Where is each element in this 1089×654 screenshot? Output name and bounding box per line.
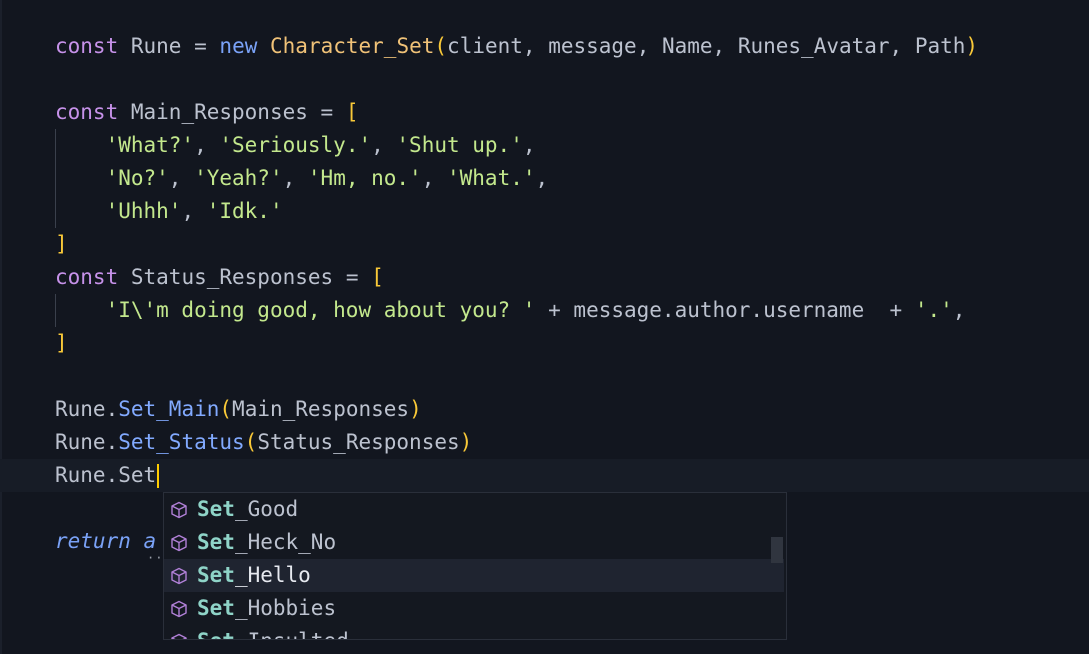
suggestion-label: Set_Heck_No <box>197 526 336 559</box>
code-line-14[interactable]: Rune.Set <box>55 459 160 492</box>
current-line-highlight <box>0 459 1089 492</box>
code-line-16[interactable]: return a <box>55 525 156 558</box>
bracket: ( <box>434 34 448 58</box>
argument: Main_Responses <box>232 397 410 421</box>
string-literal: 'Seriously.' <box>219 133 372 157</box>
suggestion-item[interactable]: Set_Good <box>164 493 784 526</box>
code-line-6[interactable]: 'Uhhh', 'Idk.' <box>55 195 283 228</box>
identifier: Main_Responses <box>130 100 308 124</box>
suggestion-rest: _Heck_No <box>234 530 337 554</box>
arguments: client, message, Name, Runes_Avatar, Pat… <box>447 34 966 58</box>
autocomplete-suggestion-widget[interactable]: Set_GoodSet_Heck_NoSet_HelloSet_HobbiesS… <box>163 492 787 640</box>
text-cursor <box>157 464 160 488</box>
method-cube-icon <box>171 501 187 519</box>
string-literal: 'What.' <box>447 166 536 190</box>
method-name: Set_Status <box>118 430 245 454</box>
operator: = <box>345 265 359 289</box>
bracket: ) <box>409 397 422 421</box>
comma: , <box>952 298 966 322</box>
method-cube-icon <box>171 633 187 639</box>
identifier: Rune <box>130 34 182 58</box>
suggestion-label: Set_Hobbies <box>197 592 336 625</box>
keyword-const: const <box>55 100 119 124</box>
suggestion-rest: _Hobbies <box>234 596 337 620</box>
code-line-5[interactable]: 'No?', 'Yeah?', 'Hm, no.', 'What.', <box>55 162 549 195</box>
code-line-12[interactable]: Rune.Set_Main(Main_Responses) <box>55 393 422 426</box>
bracket: ( <box>244 430 258 454</box>
suggestion-rest: _Good <box>234 497 299 521</box>
bracket: ) <box>459 430 473 454</box>
string-literal: '.' <box>914 298 953 322</box>
typed-text: Set <box>118 463 157 487</box>
suggestion-rest: _Insulted <box>235 629 349 639</box>
editor-gutter <box>0 0 2 654</box>
operator: + <box>548 298 561 322</box>
suggestion-item[interactable]: Set_Hobbies <box>164 592 784 625</box>
keyword-return: return <box>55 529 131 553</box>
string-literal: 'Yeah?' <box>194 166 283 190</box>
keyword-const: const <box>55 265 119 289</box>
bracket: ] <box>55 232 68 256</box>
suggestion-match-highlight: Set <box>197 530 235 554</box>
bracket: ] <box>55 331 68 355</box>
string-literal: 'Idk.' <box>206 199 283 223</box>
string-literal: 'No?' <box>105 166 169 190</box>
suggestion-match-highlight: Set <box>197 596 235 620</box>
string-literal: 'Uhhh' <box>105 199 182 223</box>
suggestion-match-highlight: Set <box>197 563 235 587</box>
code-line-4[interactable]: 'What?', 'Seriously.', 'Shut up.', <box>55 129 536 162</box>
string-literal: 'Shut up.' <box>396 133 523 157</box>
identifier: Status_Responses <box>130 265 334 289</box>
suggestion-scrollbar-thumb[interactable] <box>771 537 783 563</box>
bracket: ) <box>965 34 979 58</box>
class-name: Character_Set <box>270 34 435 58</box>
method-cube-icon <box>171 567 187 585</box>
bracket: [ <box>371 265 384 289</box>
code-line-9[interactable]: 'I\'m doing good, how about you? ' + mes… <box>55 294 966 327</box>
string-literal: 'I\'m doing good, how about you? ' <box>105 298 536 322</box>
keyword-new: new <box>219 34 258 58</box>
identifier-partial: a <box>143 529 157 553</box>
code-line-13[interactable]: Rune.Set_Status(Status_Responses) <box>55 426 472 459</box>
operator: = <box>194 34 207 58</box>
suggestion-rest: _Hello <box>234 563 311 587</box>
operator: = <box>320 100 334 124</box>
suggestion-label: Set_Good <box>197 493 298 526</box>
suggestion-label: Set_Hello <box>197 559 311 592</box>
operator: + <box>889 298 903 322</box>
suggestion-match-highlight: Set <box>197 497 235 521</box>
code-line-7[interactable]: ] <box>55 228 68 261</box>
code-line-1[interactable]: const Rune = new Character_Set(client, m… <box>55 30 978 63</box>
method-name: Set_Main <box>118 397 220 421</box>
identifier: Rune <box>55 397 106 421</box>
identifier: Rune <box>55 463 106 487</box>
string-literal: 'What?' <box>105 133 195 157</box>
suggestion-item[interactable]: Set_Hello <box>164 559 784 592</box>
method-cube-icon <box>171 600 187 618</box>
suggestion-item[interactable]: Set_Insulted <box>164 625 784 639</box>
suggestion-item[interactable]: Set_Heck_No <box>164 526 784 559</box>
keyword-const: const <box>55 34 119 58</box>
code-line-8[interactable]: const Status_Responses = [ <box>55 261 384 294</box>
code-editor[interactable]: const Rune = new Character_Set(client, m… <box>0 0 1089 654</box>
suggestion-label: Set_Insulted <box>197 625 349 639</box>
code-line-3[interactable]: const Main_Responses = [ <box>55 96 359 129</box>
string-literal: 'Hm, no.' <box>307 166 422 190</box>
suggestion-match-highlight: Set <box>197 629 235 639</box>
identifier: Rune <box>55 430 106 454</box>
bracket: [ <box>345 100 359 124</box>
code-line-10[interactable]: ] <box>55 327 68 360</box>
bracket: ( <box>219 397 233 421</box>
member-expression: message.author.username <box>573 298 865 322</box>
method-cube-icon <box>171 534 187 552</box>
argument: Status_Responses <box>257 430 460 454</box>
